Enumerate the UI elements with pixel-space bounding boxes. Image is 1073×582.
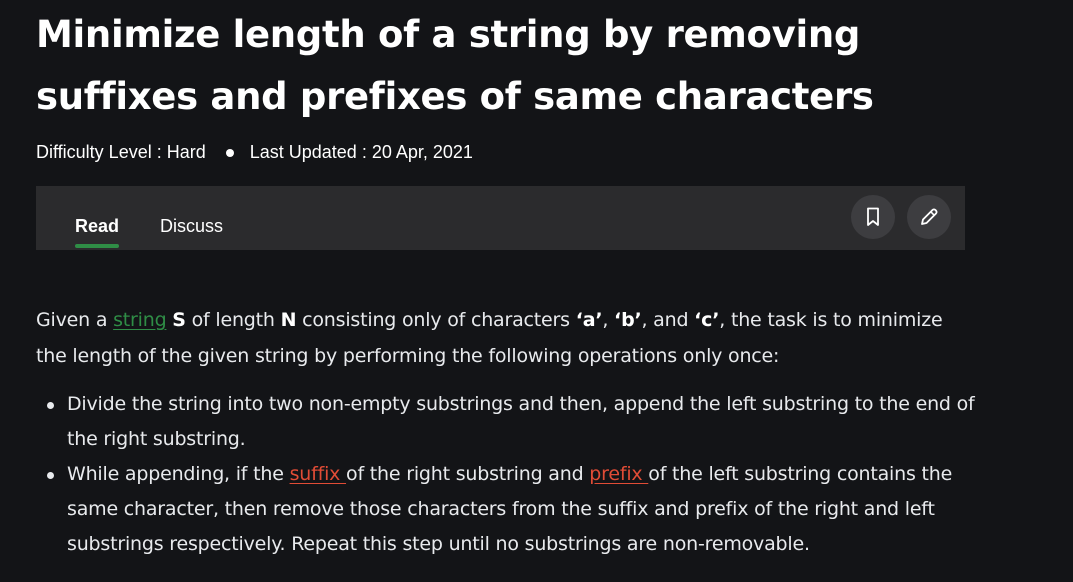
bookmark-icon (867, 207, 879, 226)
difficulty-level: Difficulty Level : Hard (36, 142, 206, 162)
char-b: ‘b’ (614, 309, 642, 331)
char-a: ‘a’ (575, 309, 603, 331)
pencil-icon (921, 208, 938, 225)
intro-text-3: of length (185, 309, 281, 331)
operation-steps-list: Divide the string into two non-empty sub… (36, 387, 976, 562)
article-toolbar: Read Discuss (36, 186, 965, 250)
intro-text-6: , and (641, 309, 695, 331)
article-body: Given a string S of length N consisting … (36, 302, 976, 562)
list-item: Divide the string into two non-empty sub… (47, 387, 976, 457)
string-link[interactable]: string (113, 309, 167, 331)
intro-text-1: Given a (36, 309, 114, 331)
intro-text-5: , (602, 309, 615, 331)
step-2-text-2: of the right substring and (346, 463, 590, 485)
char-c: ‘c’ (694, 309, 720, 331)
article-meta: Difficulty Level : Hard Last Updated : 2… (36, 142, 473, 163)
last-updated: Last Updated : 20 Apr, 2021 (249, 142, 473, 162)
intro-paragraph: Given a string S of length N consisting … (36, 302, 976, 374)
separator-dot (225, 148, 234, 157)
tab-read[interactable]: Read (75, 216, 120, 248)
prefix-link[interactable]: prefix (589, 463, 648, 485)
list-item: While appending, if the suffix of the ri… (47, 457, 976, 562)
suffix-link[interactable]: suffix (290, 463, 346, 485)
intro-text-4: consisting only of characters (296, 309, 576, 331)
var-n: N (280, 309, 297, 331)
article: Minimize length of a string by removing … (36, 0, 1036, 555)
article-title: Minimize length of a string by removing … (36, 13, 874, 118)
step-2-text-1: While appending, if the (67, 463, 290, 485)
step-1-text: Divide the string into two non-empty sub… (67, 393, 975, 450)
tab-discuss[interactable]: Discuss (160, 216, 223, 237)
bookmark-button[interactable] (851, 195, 895, 239)
var-s: S (172, 309, 186, 331)
edit-button[interactable] (907, 195, 951, 239)
